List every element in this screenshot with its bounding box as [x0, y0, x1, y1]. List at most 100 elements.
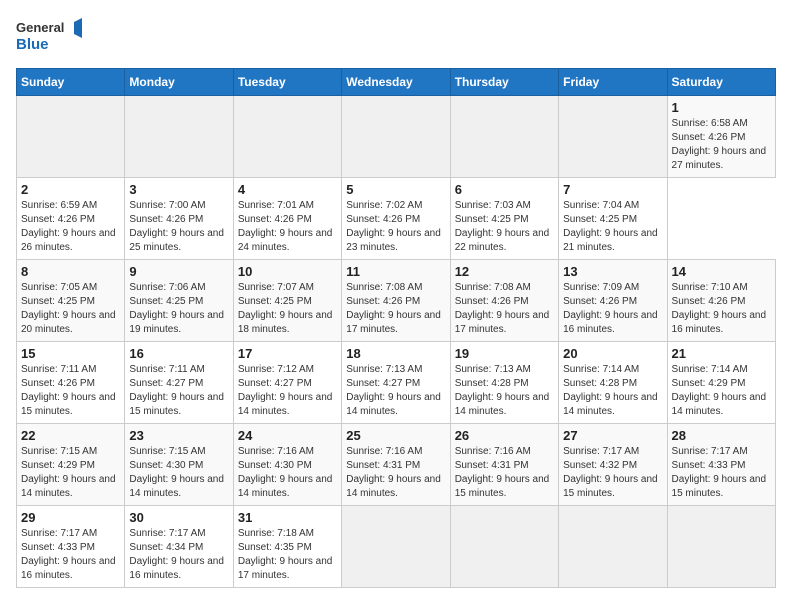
- calendar-day: 12 Sunrise: 7:08 AMSunset: 4:26 PMDayligh…: [450, 260, 558, 342]
- day-number: 12: [455, 264, 554, 279]
- calendar-day: 27 Sunrise: 7:17 AMSunset: 4:32 PMDayligh…: [559, 424, 667, 506]
- day-info: Sunrise: 7:17 AMSunset: 4:32 PMDaylight:…: [563, 445, 662, 501]
- calendar-day: 15 Sunrise: 7:11 AMSunset: 4:26 PMDayligh…: [17, 342, 125, 424]
- day-info: Sunrise: 7:16 AMSunset: 4:31 PMDaylight:…: [346, 445, 445, 501]
- day-info: Sunrise: 7:02 AMSunset: 4:26 PMDaylight:…: [346, 199, 445, 255]
- day-number: 8: [21, 264, 120, 279]
- calendar-table: SundayMondayTuesdayWednesdayThursdayFrid…: [16, 68, 776, 588]
- calendar-day: [342, 506, 450, 588]
- day-number: 9: [129, 264, 228, 279]
- day-number: 22: [21, 428, 120, 443]
- day-info: Sunrise: 7:11 AMSunset: 4:26 PMDaylight:…: [21, 363, 120, 419]
- empty-cell: [342, 96, 450, 178]
- day-number: 2: [21, 182, 120, 197]
- day-number: 17: [238, 346, 337, 361]
- calendar-day: 28 Sunrise: 7:17 AMSunset: 4:33 PMDayligh…: [667, 424, 775, 506]
- calendar-day: 29 Sunrise: 7:17 AMSunset: 4:33 PMDayligh…: [17, 506, 125, 588]
- empty-cell: [17, 96, 125, 178]
- day-info: Sunrise: 7:17 AMSunset: 4:33 PMDaylight:…: [672, 445, 771, 501]
- day-number: 20: [563, 346, 662, 361]
- calendar-day: 19 Sunrise: 7:13 AMSunset: 4:28 PMDayligh…: [450, 342, 558, 424]
- calendar-day: 22 Sunrise: 7:15 AMSunset: 4:29 PMDayligh…: [17, 424, 125, 506]
- day-info: Sunrise: 7:08 AMSunset: 4:26 PMDaylight:…: [346, 281, 445, 337]
- day-info: Sunrise: 7:17 AMSunset: 4:33 PMDaylight:…: [21, 527, 120, 583]
- calendar-day: [559, 506, 667, 588]
- day-info: Sunrise: 7:14 AMSunset: 4:29 PMDaylight:…: [672, 363, 771, 419]
- day-number: 1: [672, 100, 771, 115]
- calendar-day: 2Sunrise: 6:59 AMSunset: 4:26 PMDaylight…: [17, 178, 125, 260]
- header-saturday: Saturday: [667, 69, 775, 96]
- calendar-header: SundayMondayTuesdayWednesdayThursdayFrid…: [17, 69, 776, 96]
- empty-cell: [450, 96, 558, 178]
- empty-cell: [233, 96, 341, 178]
- day-number: 28: [672, 428, 771, 443]
- calendar-day: 26Sunrise: 7:16 AMSunset: 4:31 PMDayligh…: [450, 424, 558, 506]
- calendar-day: 4 Sunrise: 7:01 AMSunset: 4:26 PMDaylight…: [233, 178, 341, 260]
- calendar-week-1: 1 Sunrise: 6:58 AMSunset: 4:26 PMDaylight…: [17, 96, 776, 178]
- calendar-day: 24Sunrise: 7:16 AMSunset: 4:30 PMDayligh…: [233, 424, 341, 506]
- header-wednesday: Wednesday: [342, 69, 450, 96]
- calendar-day: 17Sunrise: 7:12 AMSunset: 4:27 PMDayligh…: [233, 342, 341, 424]
- day-number: 16: [129, 346, 228, 361]
- day-info: Sunrise: 7:17 AMSunset: 4:34 PMDaylight:…: [129, 527, 228, 583]
- day-number: 3: [129, 182, 228, 197]
- calendar-week-6: 29 Sunrise: 7:17 AMSunset: 4:33 PMDayligh…: [17, 506, 776, 588]
- day-number: 19: [455, 346, 554, 361]
- day-info: Sunrise: 7:15 AMSunset: 4:30 PMDaylight:…: [129, 445, 228, 501]
- day-number: 31: [238, 510, 337, 525]
- day-number: 5: [346, 182, 445, 197]
- day-number: 4: [238, 182, 337, 197]
- calendar-day: [667, 506, 775, 588]
- day-number: 7: [563, 182, 662, 197]
- day-info: Sunrise: 7:13 AMSunset: 4:28 PMDaylight:…: [455, 363, 554, 419]
- day-info: Sunrise: 7:08 AMSunset: 4:26 PMDaylight:…: [455, 281, 554, 337]
- day-number: 6: [455, 182, 554, 197]
- day-info: Sunrise: 7:18 AMSunset: 4:35 PMDaylight:…: [238, 527, 337, 583]
- logo-svg: GeneralBlue: [16, 16, 86, 56]
- day-info: Sunrise: 6:58 AMSunset: 4:26 PMDaylight:…: [672, 117, 771, 173]
- calendar-day: 7 Sunrise: 7:04 AMSunset: 4:25 PMDaylight…: [559, 178, 667, 260]
- header-sunday: Sunday: [17, 69, 125, 96]
- day-number: 15: [21, 346, 120, 361]
- calendar-day: 21Sunrise: 7:14 AMSunset: 4:29 PMDayligh…: [667, 342, 775, 424]
- day-number: 30: [129, 510, 228, 525]
- day-info: Sunrise: 7:13 AMSunset: 4:27 PMDaylight:…: [346, 363, 445, 419]
- calendar-day: 3 Sunrise: 7:00 AMSunset: 4:26 PMDaylight…: [125, 178, 233, 260]
- day-number: 24: [238, 428, 337, 443]
- calendar-day: 1 Sunrise: 6:58 AMSunset: 4:26 PMDaylight…: [667, 96, 775, 178]
- header-thursday: Thursday: [450, 69, 558, 96]
- day-info: Sunrise: 7:01 AMSunset: 4:26 PMDaylight:…: [238, 199, 337, 255]
- calendar-day: 16Sunrise: 7:11 AMSunset: 4:27 PMDayligh…: [125, 342, 233, 424]
- day-number: 13: [563, 264, 662, 279]
- day-info: Sunrise: 7:10 AMSunset: 4:26 PMDaylight:…: [672, 281, 771, 337]
- day-number: 18: [346, 346, 445, 361]
- day-info: Sunrise: 7:14 AMSunset: 4:28 PMDaylight:…: [563, 363, 662, 419]
- day-number: 27: [563, 428, 662, 443]
- day-number: 23: [129, 428, 228, 443]
- day-number: 29: [21, 510, 120, 525]
- day-number: 10: [238, 264, 337, 279]
- calendar-week-2: 2Sunrise: 6:59 AMSunset: 4:26 PMDaylight…: [17, 178, 776, 260]
- day-number: 25: [346, 428, 445, 443]
- calendar-day: 23 Sunrise: 7:15 AMSunset: 4:30 PMDayligh…: [125, 424, 233, 506]
- empty-cell: [559, 96, 667, 178]
- logo: GeneralBlue: [16, 16, 86, 56]
- calendar-day: 20 Sunrise: 7:14 AMSunset: 4:28 PMDayligh…: [559, 342, 667, 424]
- day-info: Sunrise: 7:15 AMSunset: 4:29 PMDaylight:…: [21, 445, 120, 501]
- day-info: Sunrise: 7:16 AMSunset: 4:31 PMDaylight:…: [455, 445, 554, 501]
- calendar-day: 5 Sunrise: 7:02 AMSunset: 4:26 PMDaylight…: [342, 178, 450, 260]
- day-info: Sunrise: 7:00 AMSunset: 4:26 PMDaylight:…: [129, 199, 228, 255]
- day-info: Sunrise: 7:06 AMSunset: 4:25 PMDaylight:…: [129, 281, 228, 337]
- calendar-week-5: 22 Sunrise: 7:15 AMSunset: 4:29 PMDayligh…: [17, 424, 776, 506]
- day-info: Sunrise: 7:04 AMSunset: 4:25 PMDaylight:…: [563, 199, 662, 255]
- calendar-day: 9 Sunrise: 7:06 AMSunset: 4:25 PMDaylight…: [125, 260, 233, 342]
- page-header: GeneralBlue: [16, 16, 776, 56]
- calendar-day: 18 Sunrise: 7:13 AMSunset: 4:27 PMDayligh…: [342, 342, 450, 424]
- header-friday: Friday: [559, 69, 667, 96]
- calendar-week-4: 15 Sunrise: 7:11 AMSunset: 4:26 PMDayligh…: [17, 342, 776, 424]
- calendar-day: 6Sunrise: 7:03 AMSunset: 4:25 PMDaylight…: [450, 178, 558, 260]
- svg-text:General: General: [16, 20, 64, 35]
- calendar-day: 8Sunrise: 7:05 AMSunset: 4:25 PMDaylight…: [17, 260, 125, 342]
- calendar-day: 13Sunrise: 7:09 AMSunset: 4:26 PMDayligh…: [559, 260, 667, 342]
- header-tuesday: Tuesday: [233, 69, 341, 96]
